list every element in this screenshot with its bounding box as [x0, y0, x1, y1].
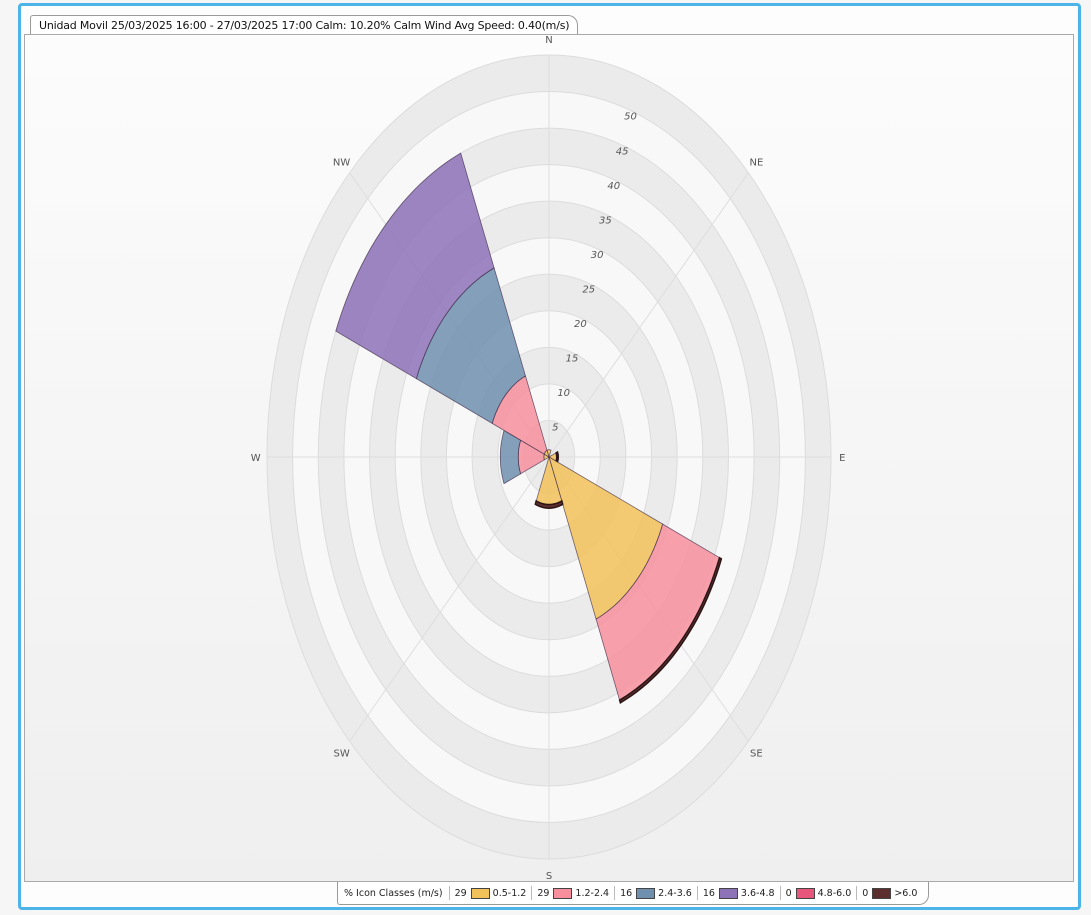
- legend-item-label: 4.8-6.0: [817, 887, 852, 899]
- legend-item-percent: 16: [702, 887, 715, 899]
- legend-item-label: >6.0: [894, 887, 918, 899]
- radial-tick-label: 30: [591, 250, 604, 261]
- legend-item-percent: 29: [537, 887, 550, 899]
- direction-label-s: S: [546, 871, 552, 882]
- radial-tick-label: 20: [574, 319, 587, 330]
- direction-label-e: E: [839, 453, 845, 464]
- radial-tick-label: 5: [552, 423, 558, 434]
- radial-tick-label: 35: [599, 215, 612, 226]
- petal-e-class-5: [555, 450, 559, 464]
- legend-item[interactable]: 16 2.4-3.6: [614, 886, 697, 900]
- direction-label-n: N: [545, 35, 552, 46]
- legend-item-label: 0.5-1.2: [492, 887, 527, 899]
- radial-tick-label: 45: [616, 146, 629, 157]
- wind-rose-chart: 5 10 15 20 25 30 35 40 45 50 N NE E SE S SW W NW: [251, 35, 846, 882]
- radial-tick-label: 40: [607, 181, 620, 192]
- legend-item-percent: 0: [862, 887, 869, 899]
- radial-tick-label: 50: [624, 112, 637, 123]
- legend-item-percent: 16: [620, 887, 633, 899]
- legend-swatch: [470, 887, 490, 899]
- legend-item[interactable]: 29 0.5-1.2: [448, 886, 532, 900]
- direction-label-ne: NE: [749, 157, 763, 168]
- direction-label-sw: SW: [333, 749, 349, 760]
- direction-label-nw: NW: [333, 157, 350, 168]
- legend-item[interactable]: 29 1.2-2.4: [531, 886, 614, 900]
- legend: % Icon Classes (m/s) 29 0.5-1.2 29 1.2-2.4 1…: [337, 882, 930, 905]
- legend-item-percent: 0: [785, 887, 792, 899]
- legend-title: % Icon Classes (m/s): [344, 887, 443, 899]
- legend-item-label: 1.2-2.4: [575, 887, 610, 899]
- direction-label-se: SE: [750, 749, 763, 760]
- legend-item[interactable]: 0 4.8-6.0: [779, 886, 857, 900]
- legend-item-label: 3.6-4.8: [740, 887, 775, 899]
- legend-swatch: [553, 887, 573, 899]
- legend-swatch: [795, 887, 815, 899]
- legend-item-label: 2.4-3.6: [658, 887, 692, 899]
- radial-tick-label: 15: [566, 354, 579, 365]
- radial-tick-label: 10: [557, 388, 570, 399]
- legend-item[interactable]: 0 >6.0: [856, 886, 922, 900]
- legend-swatch: [636, 887, 656, 899]
- radial-tick-label: 25: [582, 285, 595, 296]
- legend-item-percent: 29: [454, 887, 467, 899]
- legend-item[interactable]: 16 3.6-4.8: [696, 886, 780, 900]
- direction-label-w: W: [251, 453, 261, 464]
- legend-swatch: [872, 887, 892, 899]
- legend-swatch: [718, 887, 738, 899]
